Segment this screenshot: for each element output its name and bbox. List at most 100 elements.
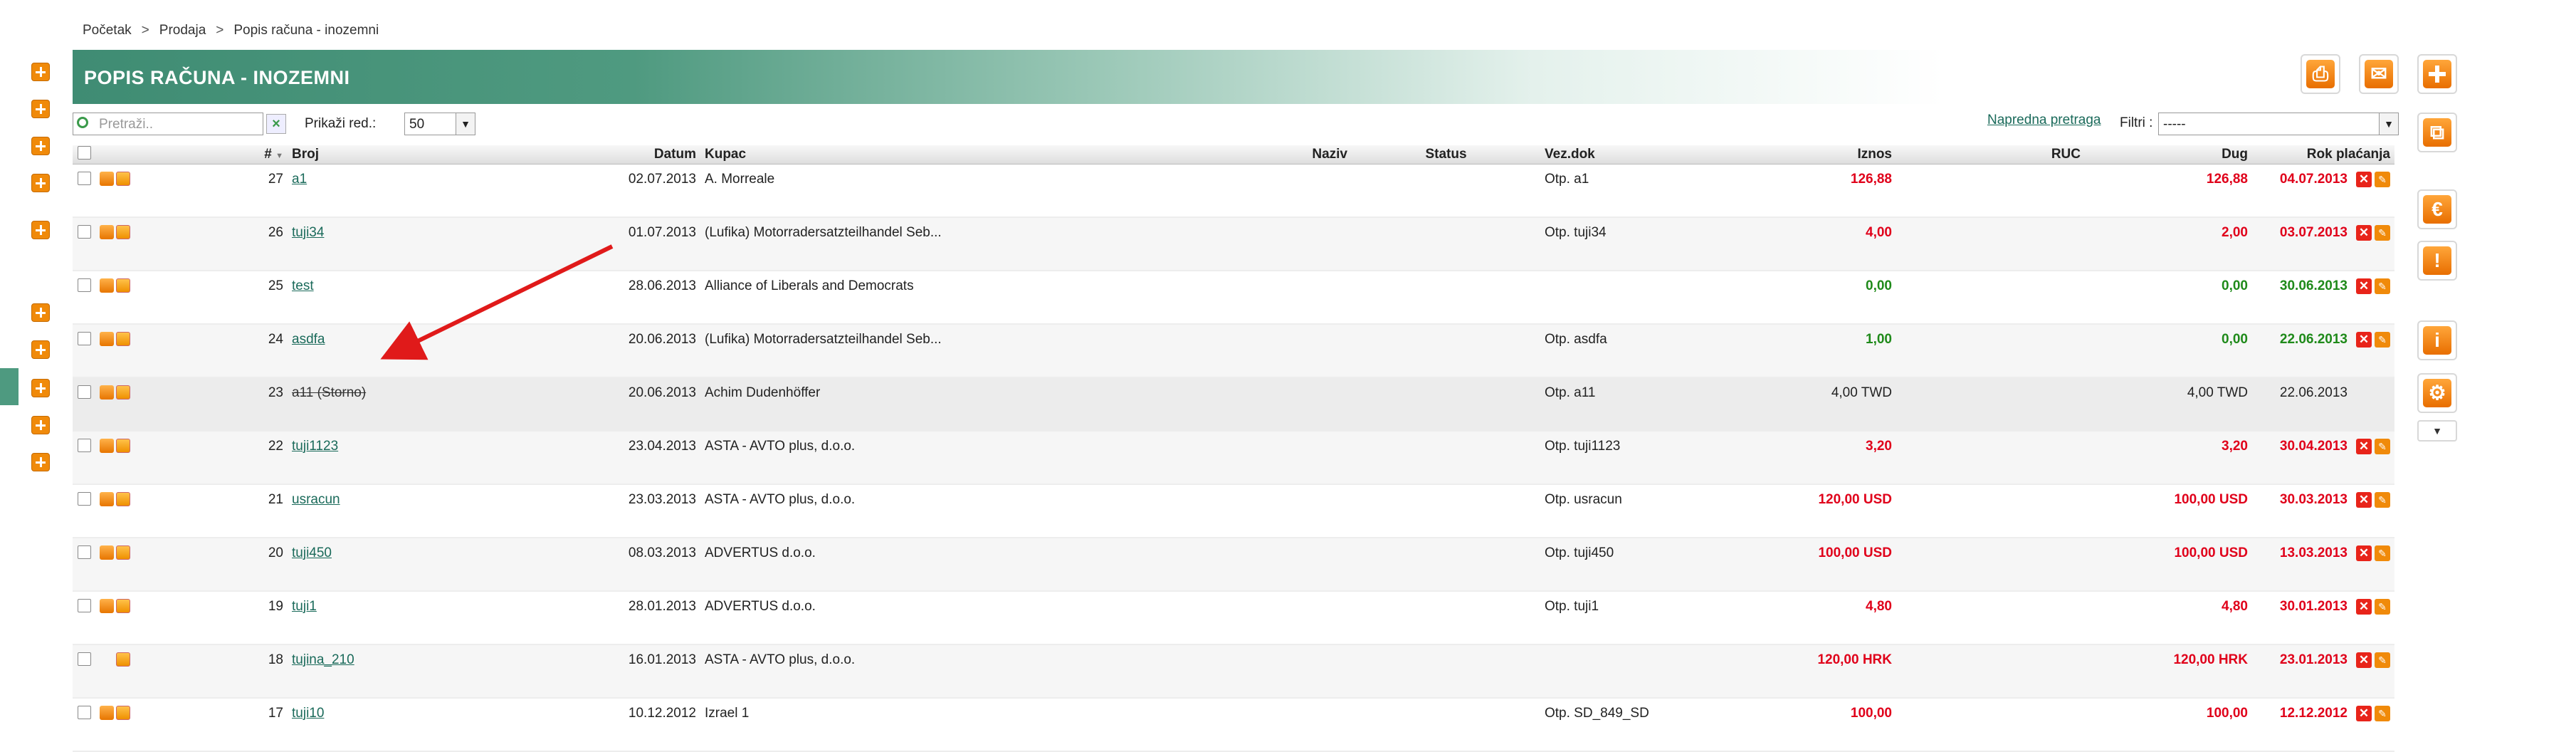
advanced-search-link[interactable]: Napredna pretraga: [1987, 113, 2101, 128]
info-button[interactable]: i: [2417, 320, 2457, 360]
row-select[interactable]: [73, 698, 95, 752]
col-datum[interactable]: Datum: [594, 145, 700, 164]
invoice-link[interactable]: tuji1: [292, 599, 317, 614]
col-iznos[interactable]: Iznos: [1708, 145, 1896, 164]
search-input[interactable]: [98, 116, 243, 133]
delete-button[interactable]: ✕: [2356, 545, 2372, 561]
col-status[interactable]: Status: [1352, 145, 1540, 164]
invoice-link[interactable]: tuji34: [292, 225, 324, 240]
alert-button[interactable]: !: [2417, 241, 2457, 281]
invoice-link[interactable]: tuji450: [292, 545, 332, 560]
row-checkbox[interactable]: [77, 599, 91, 612]
printer-icon[interactable]: [100, 545, 114, 560]
delete-button[interactable]: ✕: [2356, 225, 2372, 241]
table-row[interactable]: 22 tuji1123 23.04.2013 ASTA - AVTO plus, d.…: [73, 431, 2394, 485]
row-broj[interactable]: a1: [288, 164, 594, 218]
row-select[interactable]: [73, 644, 95, 699]
row-broj[interactable]: tuji450: [288, 538, 594, 592]
row-checkbox[interactable]: [77, 652, 91, 666]
invoice-link[interactable]: a1: [292, 172, 307, 187]
filters-select[interactable]: ----- ▼: [2158, 113, 2399, 135]
edit-button[interactable]: ✎: [2375, 439, 2390, 454]
table-row[interactable]: 27 a1 02.07.2013 A. Morreale Otp. a1 126,88 12…: [73, 164, 2394, 218]
delete-button[interactable]: ✕: [2356, 172, 2372, 187]
delete-button[interactable]: ✕: [2356, 706, 2372, 721]
add-invoice-button[interactable]: [2417, 54, 2457, 94]
row-checkbox[interactable]: [77, 332, 91, 345]
invoice-link[interactable]: a11 (Storno): [292, 385, 366, 400]
row-broj[interactable]: tuji10: [288, 698, 594, 752]
col-broj[interactable]: Broj: [288, 145, 594, 164]
row-select[interactable]: [73, 164, 95, 218]
select-all-header[interactable]: [73, 145, 95, 164]
table-row[interactable]: 23 a11 (Storno) 20.06.2013 Achim Dudenhöffe…: [73, 377, 2394, 432]
printer-icon[interactable]: [100, 172, 114, 186]
col-ruc[interactable]: RUC: [1896, 145, 2085, 164]
search-field[interactable]: [73, 113, 263, 135]
sidebar-add-icon[interactable]: [31, 221, 50, 239]
edit-button[interactable]: ✎: [2375, 172, 2390, 187]
more-options-button[interactable]: ▼: [2417, 420, 2457, 442]
row-checkbox[interactable]: [77, 225, 91, 239]
row-checkbox[interactable]: [77, 706, 91, 719]
row-checkbox[interactable]: [77, 545, 91, 559]
invoice-link[interactable]: usracun: [292, 492, 340, 507]
pdf-icon[interactable]: [116, 652, 130, 667]
table-row[interactable]: 17 tuji10 10.12.2012 Izrael 1 Otp. SD_849_SD…: [73, 698, 2394, 752]
edit-button[interactable]: ✎: [2375, 599, 2390, 615]
invoice-link[interactable]: tuji1123: [292, 439, 338, 454]
select-all-checkbox[interactable]: [77, 145, 91, 160]
row-select[interactable]: [73, 271, 95, 325]
sidebar-add-icon[interactable]: [31, 340, 50, 359]
pdf-icon[interactable]: [116, 225, 130, 239]
row-select[interactable]: [73, 591, 95, 645]
table-row[interactable]: 20 tuji450 08.03.2013 ADVERTUS d.o.o. Otp. t…: [73, 538, 2394, 592]
edit-button[interactable]: ✎: [2375, 492, 2390, 508]
row-broj[interactable]: tuji1: [288, 591, 594, 645]
delete-button[interactable]: ✕: [2356, 278, 2372, 294]
sidebar-add-icon[interactable]: [31, 416, 50, 434]
table-row[interactable]: 18 tujina_210 16.01.2013 ASTA - AVTO plus, …: [73, 644, 2394, 699]
printer-icon[interactable]: [100, 332, 114, 346]
breadcrumb-sales[interactable]: Prodaja: [159, 23, 206, 38]
invoice-link[interactable]: tuji10: [292, 706, 324, 721]
row-checkbox[interactable]: [77, 439, 91, 452]
invoice-link[interactable]: test: [292, 278, 314, 293]
edit-button[interactable]: ✎: [2375, 225, 2390, 241]
row-broj[interactable]: tujina_210: [288, 644, 594, 699]
delete-button[interactable]: ✕: [2356, 492, 2372, 508]
pdf-icon[interactable]: [116, 599, 130, 613]
pdf-icon[interactable]: [116, 385, 130, 400]
delete-button[interactable]: ✕: [2356, 439, 2372, 454]
table-row[interactable]: 24 asdfa 20.06.2013 (Lufika) Motorradersatz…: [73, 324, 2394, 378]
row-broj[interactable]: a11 (Storno): [288, 377, 594, 432]
sidebar-add-icon[interactable]: [31, 379, 50, 397]
col-rok-placanja[interactable]: Rok plaćanja: [2252, 145, 2394, 164]
col-vez-dok[interactable]: Vez.dok: [1540, 145, 1708, 164]
col-kupac[interactable]: Kupac: [700, 145, 1163, 164]
printer-icon[interactable]: [100, 225, 114, 239]
col-naziv[interactable]: Naziv: [1163, 145, 1352, 164]
table-row[interactable]: 25 test 28.06.2013 Alliance of Liberals and…: [73, 271, 2394, 325]
invoice-link[interactable]: tujina_210: [292, 652, 354, 667]
row-select[interactable]: [73, 431, 95, 485]
pdf-icon[interactable]: [116, 332, 130, 346]
printer-icon[interactable]: [100, 385, 114, 400]
printer-icon[interactable]: [100, 278, 114, 293]
table-row[interactable]: 19 tuji1 28.01.2013 ADVERTUS d.o.o. Otp. tuj…: [73, 591, 2394, 645]
col-number[interactable]: # ▼: [138, 145, 288, 164]
sidebar-add-icon[interactable]: [31, 303, 50, 322]
print-button[interactable]: ⎙: [2301, 54, 2340, 94]
row-broj[interactable]: usracun: [288, 484, 594, 538]
pdf-icon[interactable]: [116, 492, 130, 506]
row-select[interactable]: [73, 538, 95, 592]
clear-search-button[interactable]: ×: [266, 114, 286, 134]
row-select[interactable]: [73, 324, 95, 378]
row-select[interactable]: [73, 217, 95, 271]
row-select[interactable]: [73, 377, 95, 432]
row-checkbox[interactable]: [77, 278, 91, 292]
edit-button[interactable]: ✎: [2375, 652, 2390, 668]
col-dug[interactable]: Dug: [2085, 145, 2252, 164]
sidebar-add-icon[interactable]: [31, 63, 50, 81]
delete-button[interactable]: ✕: [2356, 332, 2372, 348]
